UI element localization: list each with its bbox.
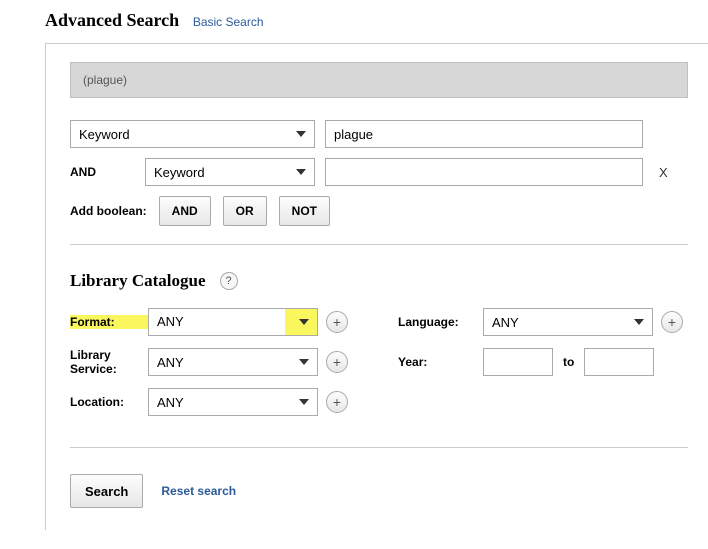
field-select-2[interactable]: Keyword xyxy=(145,158,315,186)
language-label: Language: xyxy=(398,315,483,329)
boolean-row: Add boolean: AND OR NOT xyxy=(70,196,688,226)
library-service-label: Library Service: xyxy=(70,348,148,377)
format-select-value: ANY xyxy=(149,309,285,335)
search-panel: (plague) Keyword AND Keyword X Add boole… xyxy=(45,43,708,530)
filters-area: Format: ANY + Library Service: ANY + Loc… xyxy=(70,307,688,427)
format-add-button[interactable]: + xyxy=(326,311,348,333)
year-row: Year: to xyxy=(398,347,683,377)
year-from-input[interactable] xyxy=(483,348,553,376)
basic-search-link[interactable]: Basic Search xyxy=(193,15,264,29)
location-add-button[interactable]: + xyxy=(326,391,348,413)
divider-1 xyxy=(70,244,688,245)
format-row: Format: ANY + xyxy=(70,307,348,337)
location-label: Location: xyxy=(70,395,148,409)
year-to-input[interactable] xyxy=(584,348,654,376)
library-catalogue-title: Library Catalogue xyxy=(70,271,206,291)
language-add-button[interactable]: + xyxy=(661,311,683,333)
location-row: Location: ANY + xyxy=(70,387,348,417)
value-input-1[interactable] xyxy=(325,120,643,148)
search-button[interactable]: Search xyxy=(70,474,143,508)
add-boolean-label: Add boolean: xyxy=(70,204,147,218)
operator-label: AND xyxy=(70,165,135,179)
not-button[interactable]: NOT xyxy=(279,196,330,226)
or-button[interactable]: OR xyxy=(223,196,267,226)
footer-row: Search Reset search xyxy=(70,474,688,508)
language-select-value: ANY xyxy=(492,315,519,330)
and-button[interactable]: AND xyxy=(159,196,211,226)
filters-col-right: Language: ANY + Year: to xyxy=(398,307,683,427)
value-input-2[interactable] xyxy=(325,158,643,186)
field-select-2-value: Keyword xyxy=(154,165,205,180)
format-label: Format: xyxy=(70,315,148,329)
query-string-box: (plague) xyxy=(70,62,688,98)
format-select[interactable]: ANY xyxy=(148,308,318,336)
language-select[interactable]: ANY xyxy=(483,308,653,336)
language-row: Language: ANY + xyxy=(398,307,683,337)
remove-row-button[interactable]: X xyxy=(659,165,668,180)
field-select-1[interactable]: Keyword xyxy=(70,120,315,148)
year-to-label: to xyxy=(563,355,574,369)
criteria-row-2: AND Keyword X xyxy=(70,158,688,186)
divider-2 xyxy=(70,447,688,448)
service-add-button[interactable]: + xyxy=(326,351,348,373)
title-row: Advanced Search Basic Search xyxy=(45,10,708,31)
year-label: Year: xyxy=(398,355,483,369)
field-select-1-value: Keyword xyxy=(79,127,130,142)
help-icon[interactable]: ? xyxy=(220,272,238,290)
library-title-row: Library Catalogue ? xyxy=(70,271,688,291)
reset-search-link[interactable]: Reset search xyxy=(161,484,236,498)
service-select[interactable]: ANY xyxy=(148,348,318,376)
filters-col-left: Format: ANY + Library Service: ANY + Loc… xyxy=(70,307,348,427)
page-title: Advanced Search xyxy=(45,10,179,30)
criteria-row-1: Keyword xyxy=(70,120,688,148)
service-row: Library Service: ANY + xyxy=(70,347,348,377)
service-select-value: ANY xyxy=(157,355,184,370)
location-select[interactable]: ANY xyxy=(148,388,318,416)
location-select-value: ANY xyxy=(157,395,184,410)
